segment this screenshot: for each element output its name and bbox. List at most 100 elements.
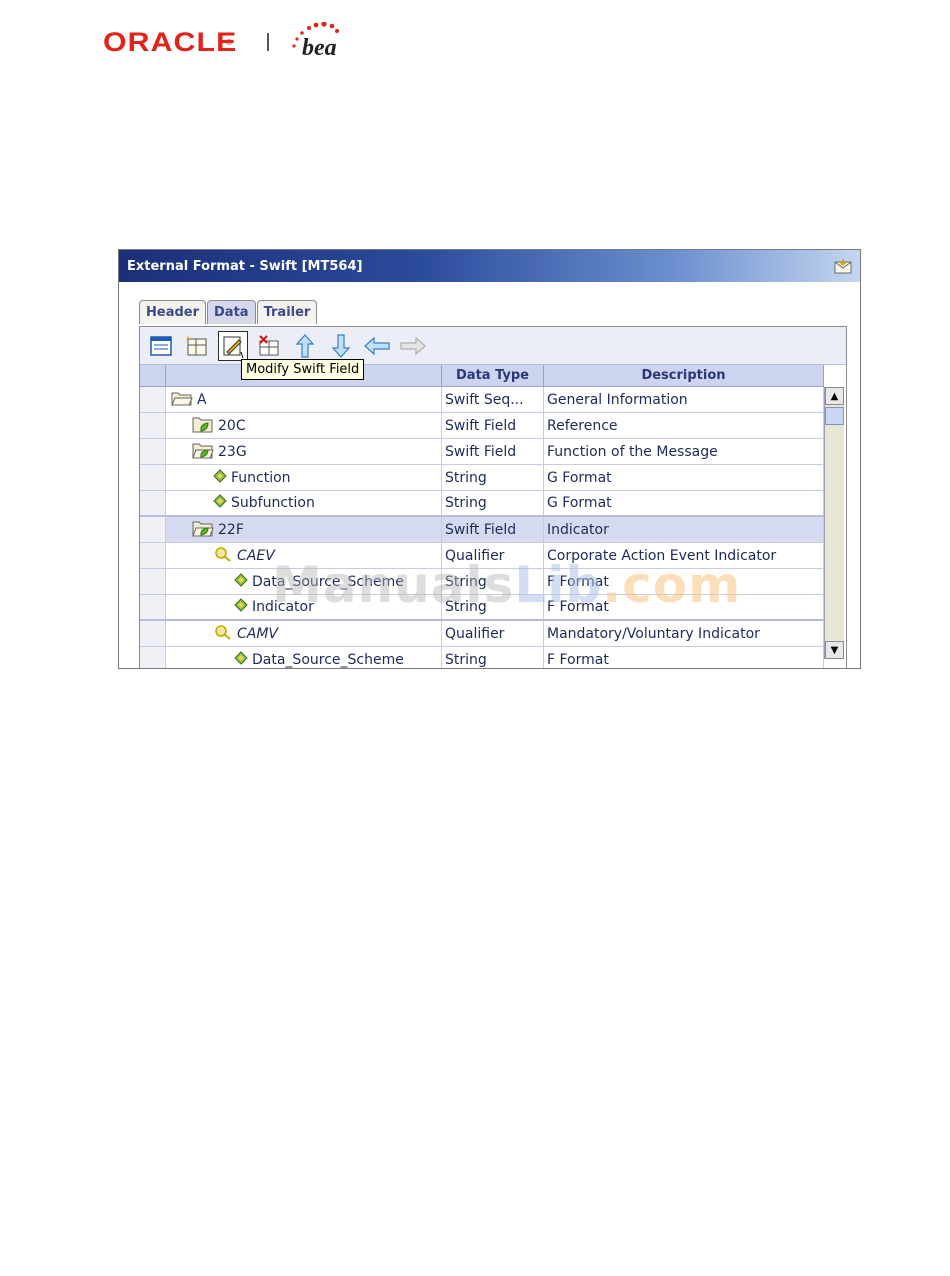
name-cell[interactable]: 22F	[166, 517, 442, 542]
row-header-cell[interactable]	[140, 569, 166, 594]
row-header-cell[interactable]	[140, 647, 166, 668]
envelope-icon[interactable]	[834, 258, 852, 274]
move-right-button[interactable]	[398, 331, 428, 361]
move-down-icon	[331, 333, 351, 358]
grid-header-corner	[140, 365, 166, 386]
row-header-cell[interactable]	[140, 621, 166, 646]
data-panel: Data Type Description A Swift Seq... Gener…	[139, 326, 847, 669]
move-left-icon	[364, 336, 390, 355]
watermark-part-1: Manuals	[272, 556, 515, 614]
description-cell[interactable]: G Format	[544, 491, 824, 515]
scroll-thumb[interactable]	[825, 407, 844, 425]
add-field-icon	[186, 335, 207, 355]
window-title: External Format - Swift [MT564]	[127, 258, 363, 274]
scroll-down-button[interactable]: ▼	[825, 641, 844, 659]
modify-field-button[interactable]	[218, 330, 248, 361]
move-right-icon	[400, 336, 426, 355]
folder-field-icon[interactable]	[192, 415, 214, 437]
watermark-part-2: Lib	[514, 556, 603, 614]
folder-open-icon[interactable]	[171, 390, 193, 410]
string-diamond-icon[interactable]	[234, 572, 248, 591]
data-type-cell[interactable]: String	[442, 491, 544, 515]
delete-field-icon	[259, 334, 279, 355]
tab-data[interactable]: Data	[207, 300, 256, 324]
name-cell[interactable]: 23G	[166, 439, 442, 464]
node-label: Subfunction	[231, 495, 315, 511]
watermark: ManualsLib.com	[272, 556, 741, 614]
data-type-cell[interactable]: Swift Seq...	[442, 387, 544, 412]
table-row[interactable]: 20C Swift Field Reference	[140, 413, 824, 439]
node-label: CAMV	[237, 625, 279, 642]
description-cell[interactable]: G Format	[544, 465, 824, 490]
data-type-cell[interactable]: String	[442, 465, 544, 490]
folder-open-field-icon[interactable]	[192, 519, 214, 541]
string-diamond-icon[interactable]	[213, 468, 227, 487]
name-cell[interactable]: A	[166, 387, 442, 412]
column-header-description[interactable]: Description	[544, 365, 824, 386]
string-diamond-icon[interactable]	[234, 650, 248, 669]
move-left-button[interactable]	[362, 331, 392, 361]
description-cell[interactable]: General Information	[544, 387, 824, 412]
row-header-cell[interactable]	[140, 413, 166, 438]
qualifier-icon[interactable]	[213, 546, 233, 566]
row-header-cell[interactable]	[140, 465, 166, 490]
move-up-icon	[295, 333, 315, 358]
node-label: CAEV	[237, 547, 275, 564]
string-diamond-icon[interactable]	[234, 598, 248, 616]
row-header-cell[interactable]	[140, 439, 166, 464]
move-up-button[interactable]	[290, 331, 320, 361]
table-row[interactable]: Subfunction String G Format	[140, 491, 824, 517]
column-header-data-type[interactable]: Data Type	[442, 365, 544, 386]
scroll-up-button[interactable]: ▲	[825, 387, 844, 405]
modify-field-icon	[223, 336, 244, 358]
logo-separator	[267, 33, 269, 51]
row-header-cell[interactable]	[140, 595, 166, 619]
table-row[interactable]: CAMV Qualifier Mandatory/Voluntary Indicat…	[140, 621, 824, 647]
name-cell[interactable]: Subfunction	[166, 491, 442, 515]
table-row[interactable]: 22F Swift Field Indicator	[140, 517, 824, 543]
name-cell[interactable]: Data_Source_Scheme	[166, 647, 442, 669]
row-header-cell[interactable]	[140, 517, 166, 542]
tab-trailer[interactable]: Trailer	[256, 300, 318, 324]
string-diamond-icon[interactable]	[213, 494, 227, 512]
delete-field-button[interactable]	[254, 331, 284, 361]
data-type-cell[interactable]: String	[442, 647, 544, 668]
description-cell[interactable]: Mandatory/Voluntary Indicator	[544, 621, 824, 646]
table-row[interactable]: A Swift Seq... General Information	[140, 387, 824, 413]
description-cell[interactable]: Function of the Message	[544, 439, 824, 464]
folder-open-field-icon[interactable]	[192, 441, 214, 463]
tab-bar: Header Data Trailer	[139, 300, 318, 324]
table-row[interactable]: 23G Swift Field Function of the Message	[140, 439, 824, 465]
window-titlebar[interactable]: External Format - Swift [MT564]	[119, 250, 860, 282]
vertical-scrollbar[interactable]: ▲ ▼	[824, 387, 844, 659]
tab-header[interactable]: Header	[139, 300, 207, 324]
add-sequence-button[interactable]	[146, 331, 176, 361]
watermark-part-3: .com	[602, 556, 742, 614]
name-cell[interactable]: CAMV	[166, 621, 442, 646]
data-type-cell[interactable]: Qualifier	[442, 621, 544, 646]
data-type-cell[interactable]: Swift Field	[442, 517, 544, 542]
node-label: 20C	[218, 417, 246, 434]
name-cell[interactable]: 20C	[166, 413, 442, 438]
table-row[interactable]: Data_Source_Scheme String F Format	[140, 647, 824, 669]
description-cell[interactable]: Indicator	[544, 517, 824, 542]
node-label: 22F	[218, 521, 244, 538]
name-cell[interactable]: Function	[166, 465, 442, 490]
row-header-cell[interactable]	[140, 387, 166, 412]
node-label: Function	[231, 469, 291, 486]
grid-rows: A Swift Seq... General Information 20C Swift…	[140, 387, 824, 669]
row-header-cell[interactable]	[140, 543, 166, 568]
add-field-button[interactable]	[182, 331, 212, 361]
move-down-button[interactable]	[326, 331, 356, 361]
row-header-cell[interactable]	[140, 491, 166, 515]
description-cell[interactable]: Reference	[544, 413, 824, 438]
tooltip-modify-swift-field: Modify Swift Field	[241, 359, 365, 380]
qualifier-icon[interactable]	[213, 624, 233, 644]
oracle-logo: ORACLE	[103, 26, 238, 57]
bea-logo: bea	[287, 22, 359, 62]
table-row[interactable]: Function String G Format	[140, 465, 824, 491]
data-type-cell[interactable]: Swift Field	[442, 439, 544, 464]
data-type-cell[interactable]: Swift Field	[442, 413, 544, 438]
description-cell[interactable]: F Format	[544, 647, 824, 668]
swift-field-grid: Data Type Description A Swift Seq... Gener…	[140, 365, 824, 669]
